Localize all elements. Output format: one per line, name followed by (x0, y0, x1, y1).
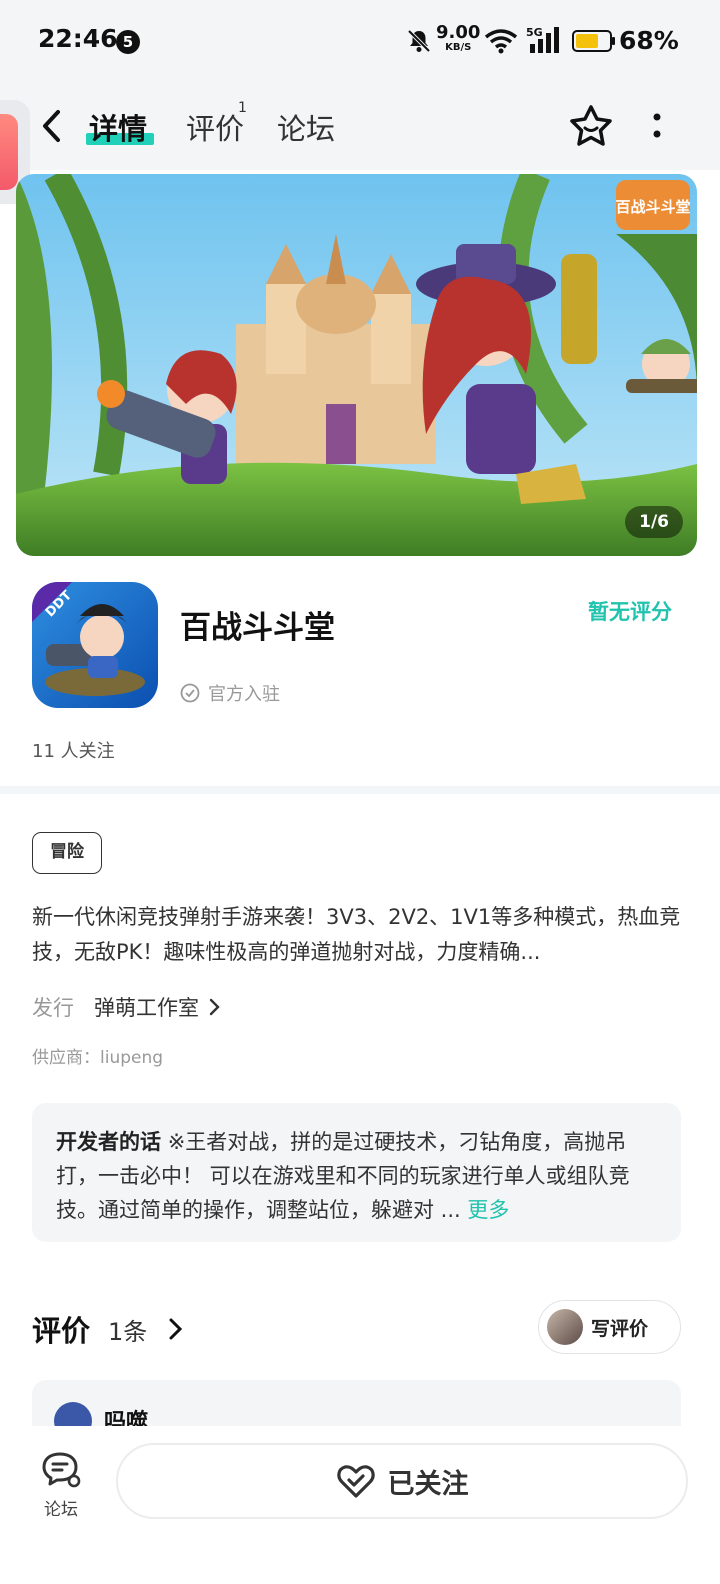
write-review-button[interactable]: 写评价 (538, 1300, 681, 1354)
game-description[interactable]: 新一代休闲竞技弹射手游来袭！3V3、2V2、1V1等多种模式，热血竞技，无敌PK… (32, 900, 682, 970)
rating-text: 暂无评分 (588, 600, 672, 624)
cellular-signal-icon: 5G (526, 26, 559, 53)
tab-details[interactable]: 详情 (89, 106, 147, 148)
chevron-right-icon[interactable] (166, 1316, 186, 1342)
tab-reviews[interactable]: 评价 (186, 106, 244, 148)
followed-label: 已关注 (387, 1468, 469, 1500)
section-divider (0, 786, 720, 794)
carousel-pager: 1/6 (625, 506, 683, 538)
publisher-name[interactable]: 弹萌工作室 (94, 992, 199, 1022)
official-label: 官方入驻 (208, 684, 280, 705)
check-circle-icon (180, 683, 200, 703)
user-avatar (547, 1309, 583, 1345)
chevron-right-icon (209, 998, 220, 1016)
banner-artwork: 百战斗斗堂 (16, 174, 697, 556)
tab-forum[interactable]: 论坛 (277, 106, 335, 148)
network-speed-value: 9.00 (436, 22, 481, 43)
forum-label[interactable]: 论坛 (44, 1495, 78, 1520)
star-icon[interactable] (568, 104, 614, 148)
network-speed: 9.00 KB/S (436, 22, 481, 54)
forum-chat-icon[interactable] (40, 1450, 82, 1490)
game-title: 百战斗斗堂 (180, 610, 335, 646)
status-time: 22:46 (38, 24, 118, 53)
publisher-label: 发行 (32, 996, 74, 1020)
heart-check-icon (336, 1465, 375, 1498)
reviews-count-badge: 1 (238, 100, 247, 116)
wifi-icon (484, 29, 518, 54)
more-vertical-icon[interactable] (650, 112, 664, 142)
signal-label: 5G (526, 26, 543, 39)
genre-tag[interactable]: 冒险 (32, 832, 102, 874)
reviews-count[interactable]: 1条 (108, 1312, 147, 1347)
mute-bell-icon (407, 29, 431, 53)
follower-count: 11 人关注 (32, 741, 115, 762)
battery-icon (572, 30, 615, 52)
supplier-info: 供应商：liupeng (32, 1048, 164, 1068)
back-arrow-icon[interactable] (40, 108, 62, 144)
followed-button[interactable]: 已关注 (116, 1443, 688, 1519)
reviews-heading[interactable]: 评价 (32, 1308, 90, 1350)
app-icon: DDT (32, 582, 158, 708)
network-speed-unit: KB/S (445, 42, 472, 53)
publisher-row[interactable]: 发行 弹萌工作室 (32, 992, 225, 1022)
write-review-label: 写评价 (591, 1317, 649, 1340)
developer-note-more-link[interactable]: 更多 (467, 1198, 509, 1222)
status-bar: 22:46 5 9.00 KB/S 5G 68% (0, 0, 720, 84)
notification-count-badge: 5 (116, 30, 140, 54)
banner-logo-text: 百战斗斗堂 (615, 198, 690, 216)
screenshot-carousel[interactable]: 百战斗斗堂 1/6 (16, 174, 697, 556)
battery-level-fill (576, 34, 598, 48)
developer-note-card[interactable]: 开发者的话 ※王者对战，拼的是过硬技术，刁钻角度，高抛吊打，一击必中！ 可以在游… (32, 1103, 681, 1242)
developer-note-title: 开发者的话 (56, 1130, 161, 1154)
battery-percent: 68% (619, 26, 679, 55)
official-badge: 官方入驻 (180, 680, 280, 706)
